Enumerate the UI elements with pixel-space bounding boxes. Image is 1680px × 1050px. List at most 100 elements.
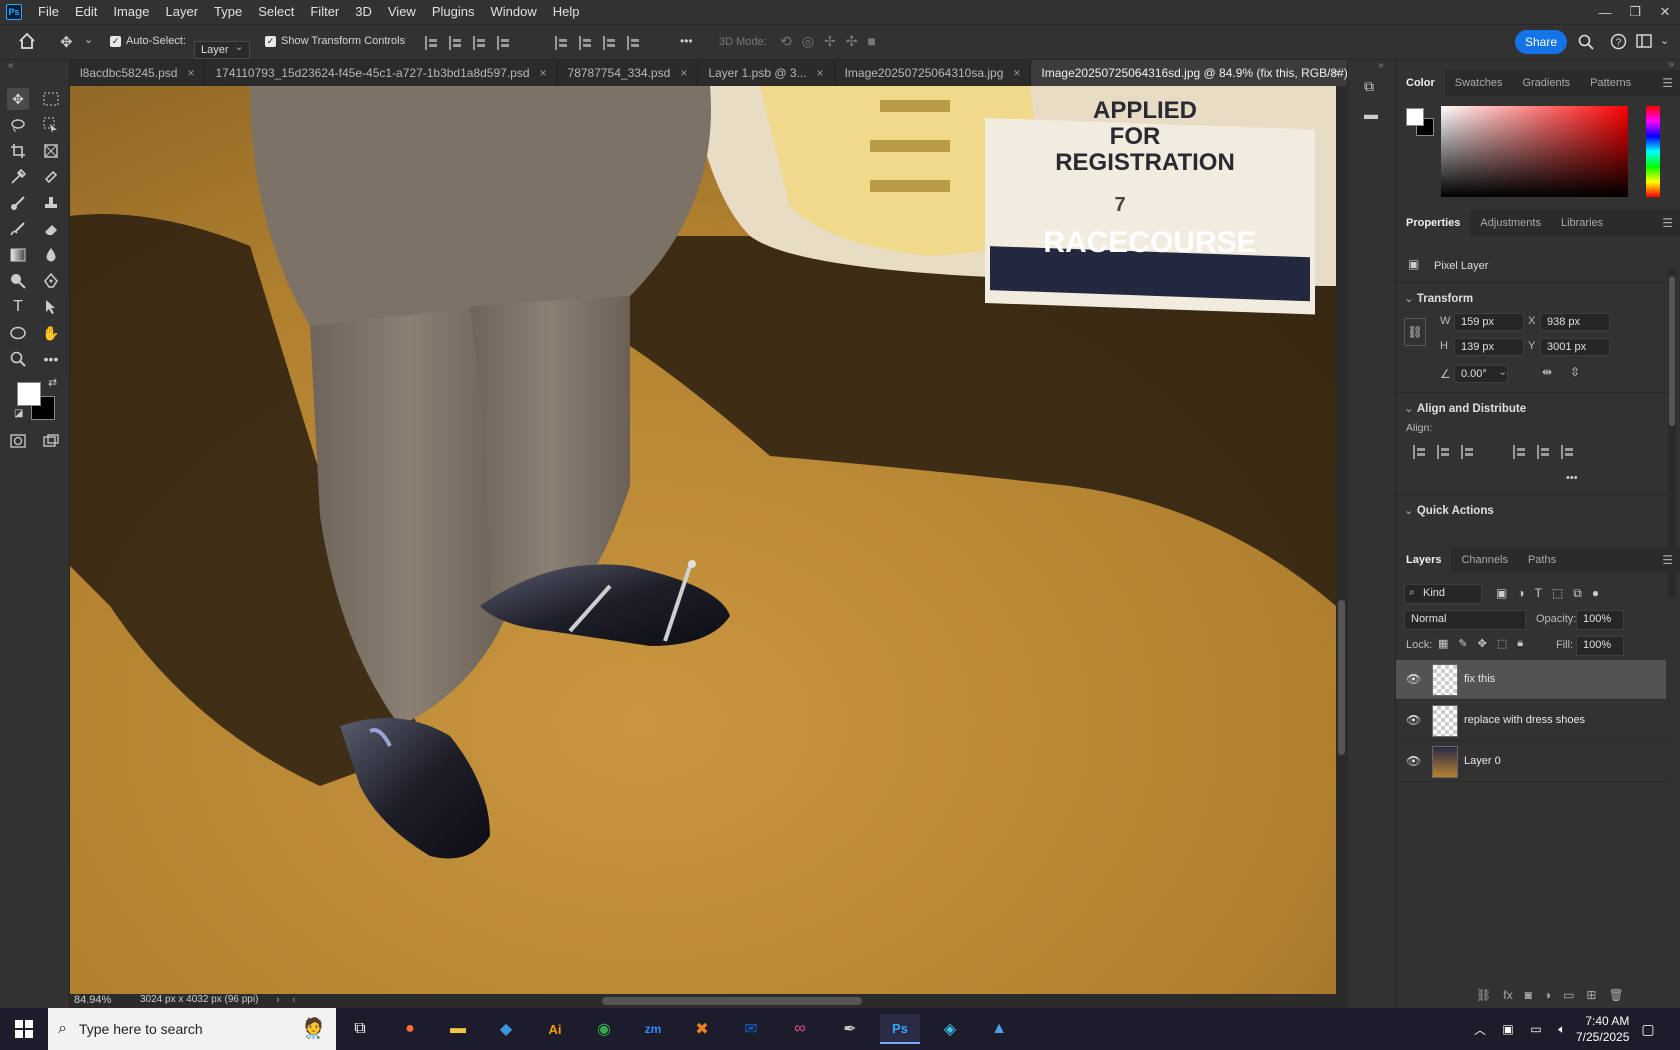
brush-tool-icon[interactable]	[7, 192, 29, 214]
default-colors-icon[interactable]: ◪	[14, 408, 23, 419]
close-tab-icon[interactable]: ×	[680, 66, 687, 80]
align-top-icon[interactable]	[1513, 445, 1527, 459]
more-align-options[interactable]: •••	[1566, 472, 1578, 484]
more-tools-icon[interactable]: •••	[40, 348, 62, 370]
more-options-button[interactable]: •••	[680, 34, 693, 48]
layer-row[interactable]: 👁︎ Layer 0	[1396, 742, 1666, 782]
tab-document-1[interactable]: l8acdbc58245.psd ×	[70, 60, 206, 86]
swap-colors-icon[interactable]: ⇄	[48, 376, 57, 389]
blur-tool-icon[interactable]	[40, 244, 62, 266]
frame-tool-icon[interactable]	[40, 140, 62, 162]
layer-filter-dropdown[interactable]: Kind	[1404, 584, 1482, 604]
share-button[interactable]: Share	[1515, 30, 1567, 54]
menu-image[interactable]: Image	[105, 0, 157, 24]
align-left-icon[interactable]	[425, 36, 439, 50]
crop-tool-icon[interactable]	[7, 140, 29, 162]
notifications-icon[interactable]: ▢	[1628, 1014, 1668, 1044]
move-tool-icon[interactable]: ✥	[7, 88, 29, 110]
minimize-icon[interactable]: —	[1590, 0, 1620, 24]
document-canvas[interactable]: APPLIED FOR REGISTRATION 7 RACECOURSE	[70, 86, 1336, 994]
align-middle-icon[interactable]	[579, 36, 593, 50]
illustrator-icon[interactable]: Ai	[535, 1014, 575, 1044]
align-center-icon[interactable]	[449, 36, 463, 50]
healing-brush-tool-icon[interactable]	[40, 166, 62, 188]
lock-image-icon[interactable]: ✎	[1458, 637, 1467, 650]
dodge-tool-icon[interactable]	[7, 270, 29, 292]
tab-channels[interactable]: Channels	[1451, 547, 1517, 573]
align-panel-buttons[interactable]	[1408, 445, 1480, 462]
collapse-panels-icon[interactable]: »	[1668, 59, 1674, 70]
chevron-down-icon[interactable]: ⌄	[1498, 365, 1507, 378]
opacity-field[interactable]: 100%	[1576, 610, 1624, 630]
horizontal-scroll-thumb[interactable]	[602, 997, 862, 1005]
creative-cloud-icon[interactable]: ∞	[780, 1014, 820, 1044]
eraser-tool-icon[interactable]	[40, 218, 62, 240]
delete-layer-icon[interactable]: 🗑︎	[1608, 988, 1623, 1002]
search-icon[interactable]	[1578, 34, 1594, 50]
ellipse-tool-icon[interactable]	[7, 322, 29, 344]
visibility-eye-icon[interactable]: 👁︎	[1406, 754, 1421, 768]
align-vertical-buttons[interactable]	[550, 36, 646, 53]
menu-layer[interactable]: Layer	[158, 0, 207, 24]
visibility-eye-icon[interactable]: 👁︎	[1406, 713, 1421, 727]
taskbar-search-box[interactable]: ⌕ Type here to search 🧑‍⚕️	[48, 1008, 336, 1050]
gradient-tool-icon[interactable]	[7, 244, 29, 266]
lock-transparent-icon[interactable]: ▦	[1438, 637, 1448, 650]
marquee-tool-icon[interactable]	[40, 88, 62, 110]
vertical-scroll-thumb[interactable]	[1338, 600, 1345, 755]
pen-tool-icon[interactable]	[40, 270, 62, 292]
close-tab-icon[interactable]: ×	[1013, 66, 1020, 80]
close-tab-icon[interactable]: ×	[540, 66, 547, 80]
collapse-arrows-icon[interactable]: «	[8, 60, 14, 71]
tab-swatches[interactable]: Swatches	[1445, 70, 1513, 96]
outlook-icon[interactable]: ✉	[731, 1014, 771, 1044]
flip-vertical-icon[interactable]: ⇳	[1570, 365, 1580, 379]
panel-menu-icon[interactable]: ☰	[1662, 553, 1673, 567]
fx-icon[interactable]: fx	[1503, 988, 1512, 1002]
tabs-overflow-icon[interactable]: »	[1332, 65, 1339, 79]
lock-all-icon[interactable]: 🔒︎	[1517, 637, 1523, 650]
fill-field[interactable]: 100%	[1576, 636, 1624, 656]
layer-name[interactable]: replace with dress shoes	[1464, 714, 1585, 726]
auto-select-dropdown[interactable]: Layer	[194, 40, 250, 59]
help-icon[interactable]: ?	[1610, 33, 1627, 50]
filter-adjustment-icon[interactable]: ◑	[1517, 586, 1524, 601]
chrome-icon[interactable]: ◉	[584, 1014, 624, 1044]
tab-adjustments[interactable]: Adjustments	[1470, 210, 1551, 236]
vscode-icon[interactable]: ◆	[486, 1014, 526, 1044]
expand-arrows-icon[interactable]: »	[1378, 60, 1384, 71]
link-dimensions-icon[interactable]: ⛓	[1404, 318, 1426, 346]
color-picker-field[interactable]	[1441, 106, 1628, 197]
auto-select-checkbox[interactable]: ✓	[110, 35, 121, 47]
zoom-app-icon[interactable]: zm	[633, 1014, 673, 1044]
lock-position-icon[interactable]: ✥	[1478, 637, 1487, 650]
tab-color[interactable]: Color	[1396, 70, 1445, 96]
vertical-scrollbar[interactable]	[1336, 86, 1347, 994]
align-right-icon[interactable]	[1461, 445, 1475, 459]
lasso-tool-icon[interactable]	[7, 114, 29, 136]
layer-row[interactable]: 👁︎ fix this	[1396, 660, 1666, 700]
flip-horizontal-icon[interactable]: ⇹	[1542, 365, 1552, 379]
blend-mode-dropdown[interactable]: Normal	[1404, 610, 1526, 630]
align-section-header[interactable]: Align and Distribute	[1404, 401, 1526, 415]
menu-view[interactable]: View	[380, 0, 424, 24]
task-view-icon[interactable]: ⧉	[340, 1014, 380, 1044]
zoom-tool-icon[interactable]	[7, 348, 29, 370]
hand-tool-icon[interactable]: ✋	[40, 322, 62, 344]
clock[interactable]: 7:40 AM 7/25/2025	[1576, 1013, 1629, 1045]
align-middle-icon[interactable]	[1537, 445, 1551, 459]
align-buttons[interactable]	[420, 36, 516, 53]
link-layers-icon[interactable]: ⛓	[1476, 988, 1491, 1002]
layer-name[interactable]: Layer 0	[1464, 755, 1501, 767]
align-right-icon[interactable]	[473, 36, 487, 50]
status-arrow-icon[interactable]: ›	[276, 994, 280, 1006]
tab-document-active[interactable]: Image20250725064316sd.jpg @ 84.9% (fix t…	[1031, 60, 1384, 86]
tab-paths[interactable]: Paths	[1518, 547, 1566, 573]
tab-document-5[interactable]: Image20250725064310sa.jpg ×	[834, 60, 1032, 86]
file-explorer-icon[interactable]: ▬	[438, 1014, 478, 1044]
chevron-down-icon[interactable]: ⌄	[1660, 34, 1669, 47]
adjustment-layer-icon[interactable]: ◑	[1544, 988, 1551, 1002]
menu-window[interactable]: Window	[482, 0, 544, 24]
transform-section-header[interactable]: Transform	[1404, 291, 1473, 305]
tab-properties[interactable]: Properties	[1396, 210, 1471, 236]
